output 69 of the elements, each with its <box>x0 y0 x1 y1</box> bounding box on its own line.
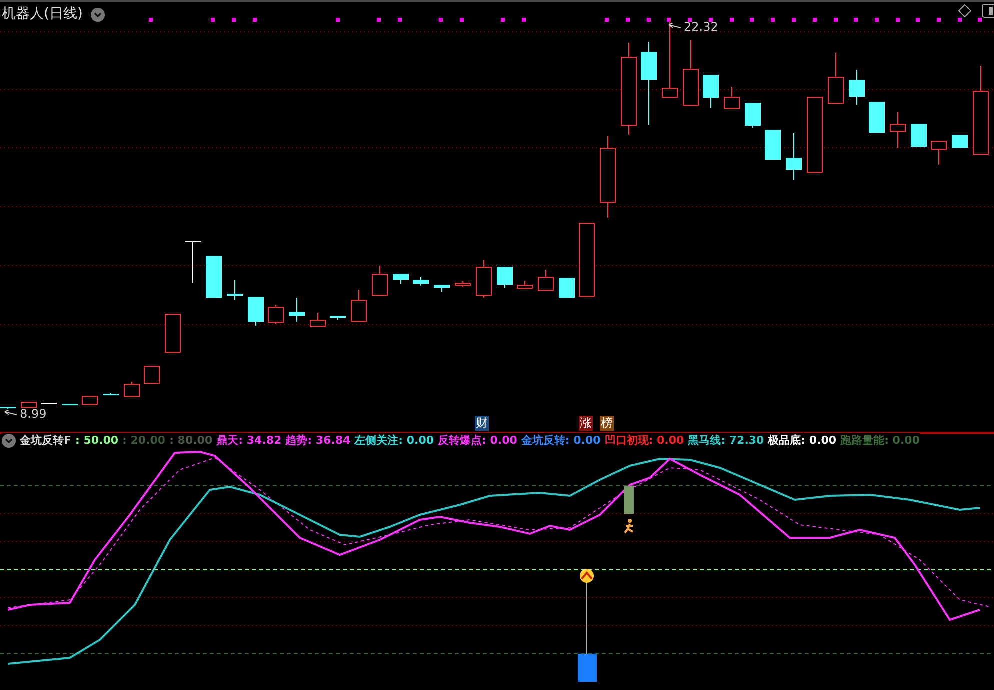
arrow-icon <box>668 23 682 31</box>
candlestick <box>413 276 429 286</box>
indicator-value: 趋势: 36.84 <box>286 433 351 449</box>
candlestick <box>683 40 699 106</box>
candlestick <box>0 406 16 410</box>
candlestick <box>330 316 346 320</box>
signal-tag: 涨 <box>579 416 593 431</box>
candlestick <box>828 52 844 104</box>
candlestick <box>952 134 968 148</box>
candlestick <box>765 130 781 160</box>
chart-title: 机器人(日线) <box>2 5 83 24</box>
signal-tag: 财 <box>475 416 489 431</box>
runner-icon <box>624 519 634 534</box>
indicator-value: 极品底: 0.00 <box>768 433 837 449</box>
candlestick <box>351 290 367 322</box>
candlestick <box>931 140 947 166</box>
candlestick <box>890 112 906 148</box>
candlestick <box>21 402 37 408</box>
price-label: 8.99 <box>20 406 47 423</box>
signal-tag: 榜 <box>600 416 614 431</box>
candlestick <box>289 298 305 322</box>
indicator-value: 金坑反转: 0.00 <box>521 433 601 449</box>
candlestick <box>248 296 264 326</box>
indicator-value: 鼎天: 34.82 <box>216 433 282 449</box>
candlestick <box>434 284 450 292</box>
candlestick <box>144 366 160 384</box>
candlestick <box>724 86 740 109</box>
candlestick <box>393 274 409 284</box>
indicator-value: : 80.00 <box>170 433 213 449</box>
candlestick <box>310 312 326 327</box>
indicator-value: : 20.00 <box>122 433 166 449</box>
price-label: 22.32 <box>684 19 718 36</box>
candlestick <box>911 124 927 148</box>
candlestick <box>559 278 575 298</box>
indicator-value: 凹口初现: 0.00 <box>604 433 684 449</box>
indicator-value: 反转爆点: 0.00 <box>438 433 518 449</box>
candlestick <box>268 304 284 324</box>
diamond-icon[interactable] <box>958 4 972 18</box>
candlestick <box>227 280 243 300</box>
candlestick <box>165 314 181 353</box>
candlestick <box>786 132 802 180</box>
up-arrow-icon <box>580 569 594 583</box>
indicator-value: 跑路量能: 0.00 <box>840 433 920 449</box>
candlestick <box>185 240 201 284</box>
candlestick <box>745 102 761 128</box>
panel-icon[interactable] <box>982 4 994 18</box>
indicator-name: 金坑反转F <box>20 433 72 449</box>
candlestick <box>849 70 865 106</box>
signal-bar <box>624 486 634 514</box>
candlestick <box>703 74 719 108</box>
dropdown-icon[interactable] <box>2 434 16 448</box>
candlestick <box>41 402 57 404</box>
candlestick <box>62 404 78 406</box>
candlestick <box>372 266 388 296</box>
candlestick <box>103 392 119 396</box>
candlestick <box>497 266 513 288</box>
candlestick <box>538 270 554 291</box>
indicator-value: : 50.00 <box>76 433 119 449</box>
candlestick <box>869 102 885 134</box>
candlestick <box>476 260 492 298</box>
candlestick <box>82 396 98 405</box>
indicator-value: 黑马线: 72.30 <box>688 433 764 449</box>
candlestick <box>124 382 140 397</box>
candlestick <box>517 280 533 289</box>
arrow-icon <box>4 410 18 418</box>
volume-bar <box>578 654 597 682</box>
dropdown-icon[interactable] <box>90 8 105 22</box>
candlestick <box>206 256 222 298</box>
indicator-value: 左侧关注: 0.00 <box>354 433 434 449</box>
